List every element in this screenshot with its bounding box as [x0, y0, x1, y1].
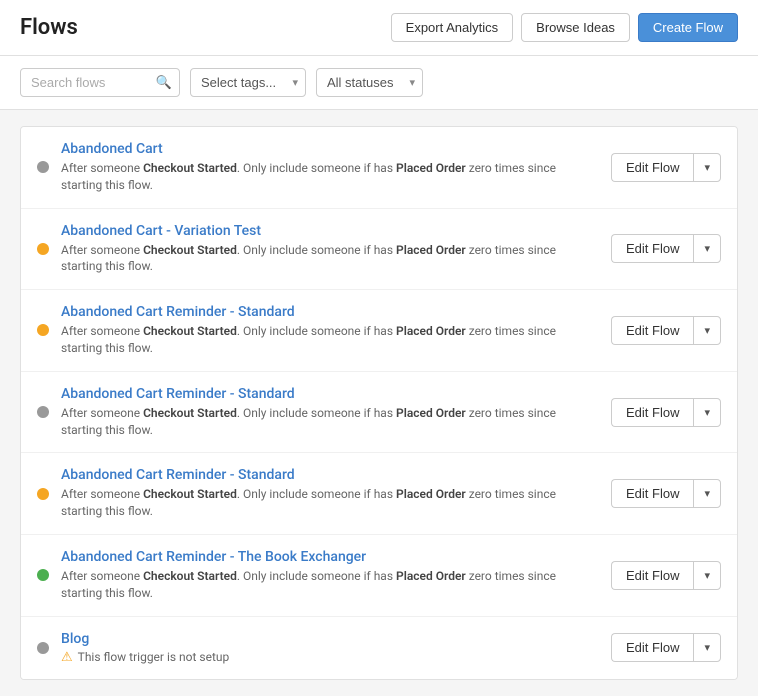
edit-flow-button[interactable]: Edit Flow — [611, 398, 693, 427]
flow-description: After someone Checkout Started. Only inc… — [61, 405, 599, 439]
export-analytics-button[interactable]: Export Analytics — [391, 13, 514, 42]
flow-status-dot — [37, 161, 49, 173]
edit-flow-button[interactable]: Edit Flow — [611, 316, 693, 345]
edit-flow-button[interactable]: Edit Flow — [611, 633, 693, 662]
flow-row: Abandoned Cart - Variation Test After som… — [21, 209, 737, 291]
flow-description: After someone Checkout Started. Only inc… — [61, 242, 599, 276]
edit-flow-button[interactable]: Edit Flow — [611, 561, 693, 590]
flow-name[interactable]: Abandoned Cart Reminder - The Book Excha… — [61, 549, 599, 565]
flow-status-dot — [37, 243, 49, 255]
filters-bar: 🔍 Select tags... All statuses — [0, 56, 758, 110]
edit-flow-button[interactable]: Edit Flow — [611, 153, 693, 182]
flow-status-dot — [37, 569, 49, 581]
edit-btn-group: Edit Flow▾ — [611, 398, 721, 427]
page-header: Flows Export Analytics Browse Ideas Crea… — [0, 0, 758, 56]
flow-row: Abandoned Cart After someone Checkout Sta… — [21, 127, 737, 209]
edit-flow-caret-button[interactable]: ▾ — [693, 153, 721, 182]
flow-name[interactable]: Abandoned Cart Reminder - Standard — [61, 386, 599, 402]
flow-info: Abandoned Cart Reminder - Standard After … — [61, 386, 599, 439]
flow-description: After someone Checkout Started. Only inc… — [61, 486, 599, 520]
edit-btn-group: Edit Flow▾ — [611, 153, 721, 182]
flow-row: Abandoned Cart Reminder - The Book Excha… — [21, 535, 737, 617]
flow-info: Blog ⚠ This flow trigger is not setup — [61, 631, 599, 665]
edit-btn-group: Edit Flow▾ — [611, 561, 721, 590]
flow-name[interactable]: Blog — [61, 631, 599, 647]
browse-ideas-button[interactable]: Browse Ideas — [521, 13, 630, 42]
edit-btn-group: Edit Flow▾ — [611, 633, 721, 662]
flow-description: After someone Checkout Started. Only inc… — [61, 568, 599, 602]
flow-name[interactable]: Abandoned Cart — [61, 141, 599, 157]
edit-flow-caret-button[interactable]: ▾ — [693, 633, 721, 662]
flow-info: Abandoned Cart Reminder - Standard After … — [61, 304, 599, 357]
flow-status-dot — [37, 324, 49, 336]
search-input[interactable] — [20, 68, 180, 97]
flow-name[interactable]: Abandoned Cart - Variation Test — [61, 223, 599, 239]
flow-status-dot — [37, 642, 49, 654]
flow-status-dot — [37, 406, 49, 418]
flow-row: Abandoned Cart Reminder - Standard After … — [21, 372, 737, 454]
warning-text: This flow trigger is not setup — [78, 650, 230, 664]
flow-info: Abandoned Cart - Variation Test After som… — [61, 223, 599, 276]
flow-description: After someone Checkout Started. Only inc… — [61, 323, 599, 357]
status-select[interactable]: All statuses — [316, 68, 423, 97]
tags-select[interactable]: Select tags... — [190, 68, 306, 97]
edit-btn-group: Edit Flow▾ — [611, 479, 721, 508]
flow-name[interactable]: Abandoned Cart Reminder - Standard — [61, 304, 599, 320]
flow-info: Abandoned Cart Reminder - The Book Excha… — [61, 549, 599, 602]
edit-flow-caret-button[interactable]: ▾ — [693, 398, 721, 427]
flow-description: After someone Checkout Started. Only inc… — [61, 160, 599, 194]
edit-flow-button[interactable]: Edit Flow — [611, 234, 693, 263]
flow-name[interactable]: Abandoned Cart Reminder - Standard — [61, 467, 599, 483]
flow-info: Abandoned Cart After someone Checkout Sta… — [61, 141, 599, 194]
edit-btn-group: Edit Flow▾ — [611, 316, 721, 345]
edit-flow-caret-button[interactable]: ▾ — [693, 479, 721, 508]
page-title: Flows — [20, 15, 78, 40]
edit-flow-caret-button[interactable]: ▾ — [693, 234, 721, 263]
edit-flow-caret-button[interactable]: ▾ — [693, 316, 721, 345]
flow-info: Abandoned Cart Reminder - Standard After … — [61, 467, 599, 520]
search-wrapper: 🔍 — [20, 68, 180, 97]
create-flow-button[interactable]: Create Flow — [638, 13, 738, 42]
status-select-wrapper[interactable]: All statuses — [316, 68, 423, 97]
header-actions: Export Analytics Browse Ideas Create Flo… — [391, 13, 738, 42]
tags-select-wrapper[interactable]: Select tags... — [190, 68, 306, 97]
flow-row: Blog ⚠ This flow trigger is not setup Edit … — [21, 617, 737, 679]
edit-flow-caret-button[interactable]: ▾ — [693, 561, 721, 590]
flow-warning: ⚠ This flow trigger is not setup — [61, 650, 599, 665]
flow-status-dot — [37, 488, 49, 500]
flow-row: Abandoned Cart Reminder - Standard After … — [21, 453, 737, 535]
warning-icon: ⚠ — [61, 650, 73, 665]
edit-flow-button[interactable]: Edit Flow — [611, 479, 693, 508]
flows-list: Abandoned Cart After someone Checkout Sta… — [20, 126, 738, 680]
flow-row: Abandoned Cart Reminder - Standard After … — [21, 290, 737, 372]
edit-btn-group: Edit Flow▾ — [611, 234, 721, 263]
